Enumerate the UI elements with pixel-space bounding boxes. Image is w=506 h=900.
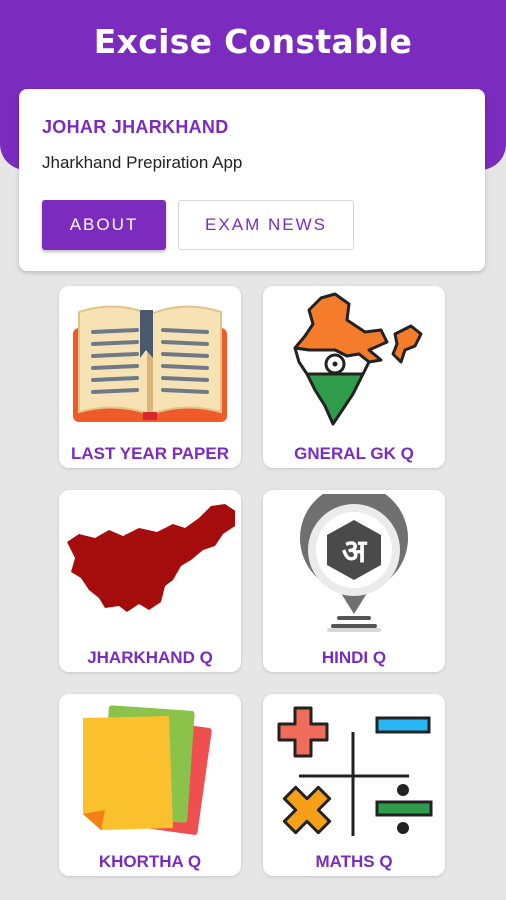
tile-label: JHARKHAND Q [87, 648, 213, 667]
tile-label: KHORTHA Q [98, 852, 202, 871]
info-card-subtitle: Jharkhand Prepiration App [42, 153, 243, 172]
tile-general-gk[interactable]: GNERAL GK Q [263, 286, 445, 468]
hindi-letter-icon: अ [300, 494, 408, 632]
tile-last-year-paper[interactable]: LAST YEAR PAPER [59, 286, 241, 468]
tile-label: GNERAL GK Q [294, 444, 414, 463]
info-card: JOHAR JHARKHAND Jharkhand Prepiration Ap… [19, 89, 485, 271]
exam-news-button[interactable]: EXAM NEWS [178, 200, 354, 250]
about-button[interactable]: ABOUT [42, 200, 166, 250]
tile-jharkhand-q[interactable]: JHARKHAND Q [59, 490, 241, 672]
tile-maths-q[interactable]: MATHS Q [263, 694, 445, 876]
tile-label: MATHS Q [315, 852, 393, 871]
app-title: Excise Constable [93, 22, 413, 61]
open-book-icon [73, 305, 227, 422]
papers-icon [83, 705, 212, 835]
svg-text:अ: अ [342, 532, 368, 570]
tile-khortha-q[interactable]: KHORTHA Q [59, 694, 241, 876]
tile-label: LAST YEAR PAPER [70, 444, 230, 463]
tile-hindi-q[interactable]: अ HINDI Q [263, 490, 445, 672]
math-symbols-icon [277, 706, 433, 836]
info-card-title: JOHAR JHARKHAND [42, 117, 229, 137]
india-map-icon [293, 292, 423, 426]
jharkhand-map-icon [67, 504, 235, 612]
tile-label: HINDI Q [321, 648, 387, 667]
